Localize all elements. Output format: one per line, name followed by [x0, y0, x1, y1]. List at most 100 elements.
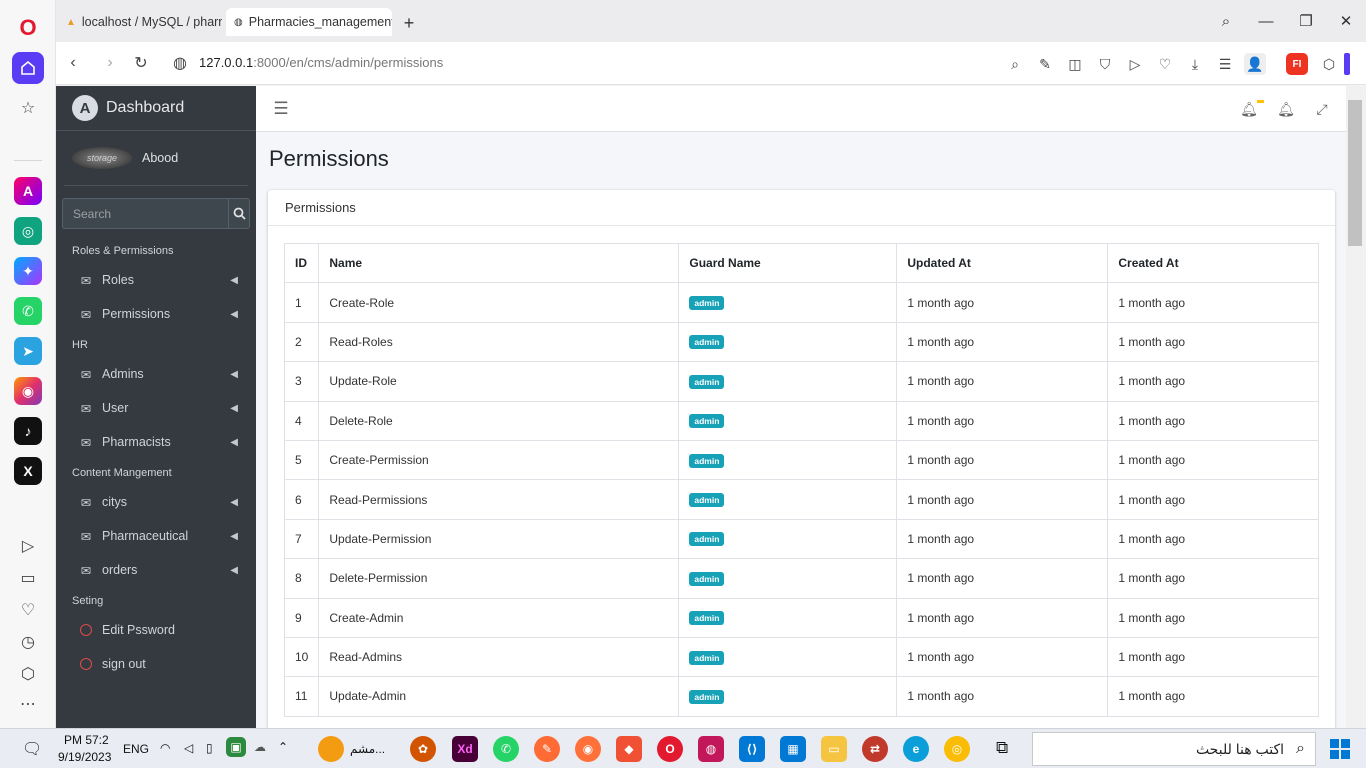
cube-icon[interactable]: ⬡ [1318, 53, 1340, 75]
onedrive-icon[interactable]: ☁ [254, 740, 266, 754]
chevron-left-icon: ◀ [230, 274, 238, 286]
sidebar-item-roles[interactable]: ✉ Roles ◀ [56, 263, 256, 297]
xampp-icon[interactable]: ✿ [410, 736, 436, 762]
close-button[interactable]: ✕ [1334, 10, 1358, 32]
sidebar-item-admins[interactable]: ✉ Admins ◀ [56, 357, 256, 391]
sidebar-toggle-icon[interactable] [1344, 53, 1350, 75]
brand-link[interactable]: A Dashboard [56, 86, 256, 131]
url-path: :8000/en/cms/admin/permissions [253, 55, 444, 70]
back-button[interactable]: ‹ [61, 52, 85, 74]
tab-search-icon[interactable]: ⌕ [1214, 10, 1238, 32]
bookmarks-icon[interactable]: ☆ [16, 96, 40, 120]
heart-icon[interactable]: ♡ [16, 598, 40, 622]
telegram-icon[interactable]: ➤ [14, 337, 42, 365]
user-panel[interactable]: storage Abood [64, 131, 248, 186]
download-icon[interactable]: ⤓ [1184, 53, 1206, 75]
maximize-button[interactable]: ❐ [1294, 10, 1318, 32]
windows-start-icon[interactable] [1330, 739, 1350, 759]
forward-button[interactable]: › [98, 52, 122, 74]
opera-logo-icon[interactable]: O [12, 12, 44, 44]
camera-icon[interactable]: ◫ [1064, 53, 1086, 75]
aria-icon[interactable]: A [14, 177, 42, 205]
extension-fi-icon[interactable]: FI [1286, 53, 1308, 75]
taskbar-search[interactable]: اكتب هنا للبحث ⌕ [1032, 732, 1316, 766]
send-icon[interactable]: ▷ [1124, 53, 1146, 75]
clock-time[interactable]: PM 57:2 [64, 733, 109, 747]
search-page-icon[interactable]: ⌕ [1004, 53, 1026, 75]
clock-date[interactable]: 9/19/2023 [58, 750, 111, 764]
sidebar-item-sign-out[interactable]: sign out [56, 647, 256, 681]
history-icon[interactable]: ◷ [16, 630, 40, 654]
scrollbar-thumb[interactable] [1348, 100, 1362, 246]
site-info-icon[interactable]: ◍ [168, 52, 192, 74]
search-icon [233, 207, 246, 220]
chrome-icon[interactable]: ◎ [944, 736, 970, 762]
notification-center-icon[interactable]: 🗨︎ [22, 739, 42, 759]
extensions-icon[interactable]: ⬡ [16, 662, 40, 686]
search-button[interactable] [228, 198, 250, 229]
url-field[interactable]: 127.0.0.1:8000/en/cms/admin/permissions [199, 55, 443, 70]
tab-phpmyadmin[interactable]: ▲ localhost / MySQL / pharm [58, 8, 222, 36]
pen-app-icon[interactable]: ✎ [534, 736, 560, 762]
sidebar-item-label: citys [102, 495, 127, 509]
chatgpt-icon[interactable]: ◎ [14, 217, 42, 245]
messenger-icon[interactable]: ✦ [14, 257, 42, 285]
new-tab-button[interactable]: + [398, 12, 420, 34]
sidebar-item-permissions[interactable]: ✉ Permissions ◀ [56, 297, 256, 331]
tray-app-icon[interactable]: ▣ [226, 737, 246, 757]
git-icon[interactable]: ◆ [616, 736, 642, 762]
battery-icon[interactable]: ▯ [206, 741, 213, 755]
opera-icon[interactable]: O [657, 736, 683, 762]
whatsapp-icon[interactable]: ✆ [493, 736, 519, 762]
vscode-icon[interactable]: ⟨⟩ [739, 736, 765, 762]
store-icon[interactable]: ▦ [780, 736, 806, 762]
task-view-icon[interactable]: ⧉ [996, 738, 1008, 758]
hamburger-icon[interactable]: ☰ [270, 98, 292, 120]
firefox-icon[interactable]: ◉ [575, 736, 601, 762]
running-app-icon[interactable] [318, 736, 344, 762]
minimize-button[interactable]: — [1254, 10, 1278, 32]
cell-id: 10 [283, 636, 320, 678]
cell-name: Create-Role [318, 282, 680, 323]
edge-icon[interactable]: e [903, 736, 929, 762]
cell-guard: admin [678, 676, 898, 717]
filezilla-icon[interactable]: ⇄ [862, 736, 888, 762]
profile-icon[interactable]: 👤 [1244, 53, 1266, 75]
sidebar-item-orders[interactable]: ✉ orders ◀ [56, 553, 256, 587]
instagram-icon[interactable]: ◉ [14, 377, 42, 405]
adobe-xd-icon[interactable]: Xd [452, 736, 478, 762]
cell-id: 8 [283, 558, 320, 599]
fullscreen-icon[interactable]: ⤢ [1311, 98, 1333, 120]
running-app-label[interactable]: مشم... [350, 742, 385, 756]
heart-icon[interactable]: ♡ [1154, 53, 1176, 75]
page-title: Permissions [269, 146, 389, 171]
sidebar-item-citys[interactable]: ✉ citys ◀ [56, 485, 256, 519]
sidebar-item-edit-password[interactable]: Edit Pssword [56, 613, 256, 647]
home-icon[interactable] [12, 52, 44, 84]
volume-icon[interactable]: ◁ [184, 741, 193, 755]
chevron-left-icon: ◀ [230, 368, 238, 380]
sidebar-item-pharmaceutical[interactable]: ✉ Pharmaceutical ◀ [56, 519, 256, 553]
shield-icon[interactable]: ⛉ [1094, 53, 1116, 75]
edit-icon[interactable]: ✎ [1034, 53, 1056, 75]
wallet-icon[interactable]: ▭ [16, 566, 40, 590]
search-input[interactable] [62, 198, 228, 229]
tiktok-icon[interactable]: ♪ [14, 417, 42, 445]
cell-guard: admin [678, 518, 898, 560]
reload-button[interactable]: ↻ [129, 52, 153, 74]
x-icon[interactable]: X [14, 457, 42, 485]
more-icon[interactable]: ⋯ [16, 692, 40, 716]
file-explorer-icon[interactable]: ▭ [821, 736, 847, 762]
whatsapp-icon[interactable]: ✆ [14, 297, 42, 325]
tab-pharmacies[interactable]: ◍ Pharmacies_management [226, 8, 392, 36]
sidebar-item-pharmacists[interactable]: ✉ Pharmacists ◀ [56, 425, 256, 459]
easy-setup-icon[interactable]: ☰ [1214, 53, 1236, 75]
language-indicator[interactable]: ENG [123, 742, 149, 756]
tray-chevron-icon[interactable]: ⌃ [278, 740, 288, 754]
sidebar-item-user[interactable]: ✉ User ◀ [56, 391, 256, 425]
content-wrapper: Permissions Permissions ID Name Guard Na… [256, 132, 1346, 728]
app-icon[interactable]: ◍ [698, 736, 724, 762]
bell-icon[interactable]: 🔔︎ [1275, 98, 1297, 120]
network-icon[interactable]: ◠ [160, 741, 170, 755]
player-icon[interactable]: ▷ [16, 534, 40, 558]
